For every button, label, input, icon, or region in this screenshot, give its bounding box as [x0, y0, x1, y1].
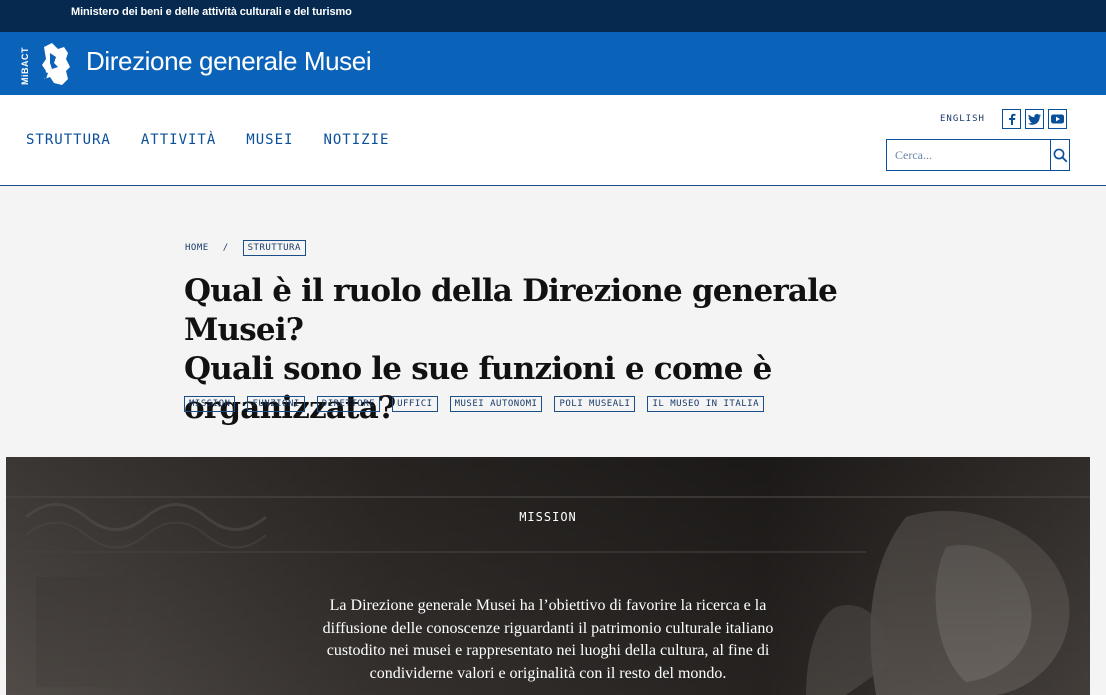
- tag-museo-in-italia[interactable]: IL MUSEO IN ITALIA: [647, 396, 765, 412]
- tag-musei-autonomi[interactable]: MUSEI AUTONOMI: [449, 396, 543, 412]
- brand-header: MiBACT Direzione generale Musei: [0, 32, 1106, 95]
- section-anchor-links: MISSION FUNZIONI DIRETTORE UFFICI MUSEI …: [184, 396, 765, 412]
- breadcrumb-current[interactable]: STRUTTURA: [242, 240, 306, 256]
- tag-direttore[interactable]: DIRETTORE: [316, 396, 381, 412]
- ministry-name[interactable]: Ministero dei beni e delle attività cult…: [71, 6, 352, 18]
- nav-item-musei[interactable]: MUSEI: [246, 132, 293, 148]
- tag-uffici[interactable]: UFFICI: [392, 396, 438, 412]
- facebook-icon[interactable]: [1002, 109, 1021, 129]
- ministry-topbar: Ministero dei beni e delle attività cult…: [0, 0, 1106, 32]
- tag-funzioni[interactable]: FUNZIONI: [247, 396, 305, 412]
- logo-text: MiBACT: [20, 47, 30, 85]
- nav-item-struttura[interactable]: STRUTTURA: [26, 132, 111, 148]
- tag-poli-museali[interactable]: POLI MUSEALI: [554, 396, 636, 412]
- search-button[interactable]: [1050, 140, 1069, 170]
- search-box: [886, 139, 1070, 171]
- mibact-logo-icon[interactable]: MiBACT: [20, 41, 72, 87]
- breadcrumb-separator: /: [222, 243, 229, 253]
- breadcrumb-home[interactable]: HOME: [185, 243, 209, 253]
- main-navbar: STRUTTURA ATTIVITÀ MUSEI NOTIZIE ENGLISH: [0, 95, 1106, 186]
- nav-item-notizie[interactable]: NOTIZIE: [323, 132, 389, 148]
- breadcrumb: HOME / STRUTTURA: [185, 240, 306, 256]
- language-switch[interactable]: ENGLISH: [940, 114, 985, 124]
- page-title-line-1: Qual è il ruolo della Direzione generale…: [184, 273, 838, 348]
- hero-section-label: MISSION: [519, 510, 577, 524]
- twitter-icon[interactable]: [1025, 109, 1044, 129]
- page-title-line-2: Quali sono le sue funzioni e come è orga…: [184, 351, 772, 426]
- search-icon: [1053, 148, 1067, 162]
- tag-mission[interactable]: MISSION: [184, 396, 236, 412]
- social-links: [1002, 109, 1067, 129]
- nav-item-attivita[interactable]: ATTIVITÀ: [141, 132, 216, 148]
- site-title[interactable]: Direzione generale Musei: [86, 46, 372, 77]
- main-nav: STRUTTURA ATTIVITÀ MUSEI NOTIZIE: [26, 132, 389, 148]
- mission-hero: MISSION La Direzione generale Musei ha l…: [6, 457, 1090, 695]
- mission-text: La Direzione generale Musei ha l’obietti…: [322, 597, 774, 682]
- search-input[interactable]: [887, 140, 1050, 170]
- youtube-icon[interactable]: [1048, 109, 1067, 129]
